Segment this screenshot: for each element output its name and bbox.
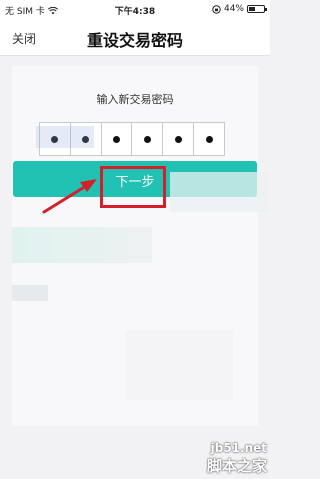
blurred-region bbox=[170, 172, 268, 212]
status-bar: 无 SIM 卡 下午4:38 44% bbox=[0, 0, 270, 20]
pin-dot bbox=[143, 135, 151, 143]
pin-dot bbox=[113, 135, 121, 143]
pin-cell bbox=[102, 123, 133, 155]
blurred-region bbox=[12, 227, 152, 263]
orientation-lock-icon bbox=[212, 4, 221, 14]
pin-cell bbox=[194, 123, 224, 155]
site-watermark: jb51.net 脚本之家 bbox=[179, 441, 267, 476]
blurred-region bbox=[12, 285, 48, 301]
status-right: 44% bbox=[212, 4, 267, 14]
pin-dot bbox=[205, 135, 213, 143]
nav-bar: 关闭 重设交易密码 bbox=[0, 20, 270, 56]
battery-fill bbox=[249, 7, 256, 11]
pin-cell bbox=[163, 123, 195, 155]
page-title: 重设交易密码 bbox=[86, 31, 183, 50]
blurred-region bbox=[125, 330, 233, 400]
highlight-annotation bbox=[100, 166, 166, 208]
watermark-url: jb51.net bbox=[210, 441, 267, 455]
watermark-brand: 脚本之家 bbox=[206, 457, 267, 475]
pin-cell bbox=[132, 123, 164, 155]
pin-dot bbox=[174, 135, 182, 143]
battery-percent: 44% bbox=[223, 4, 244, 14]
battery-icon bbox=[247, 5, 267, 13]
password-prompt: 输入新交易密码 bbox=[96, 93, 174, 106]
blurred-watermark bbox=[36, 126, 94, 148]
